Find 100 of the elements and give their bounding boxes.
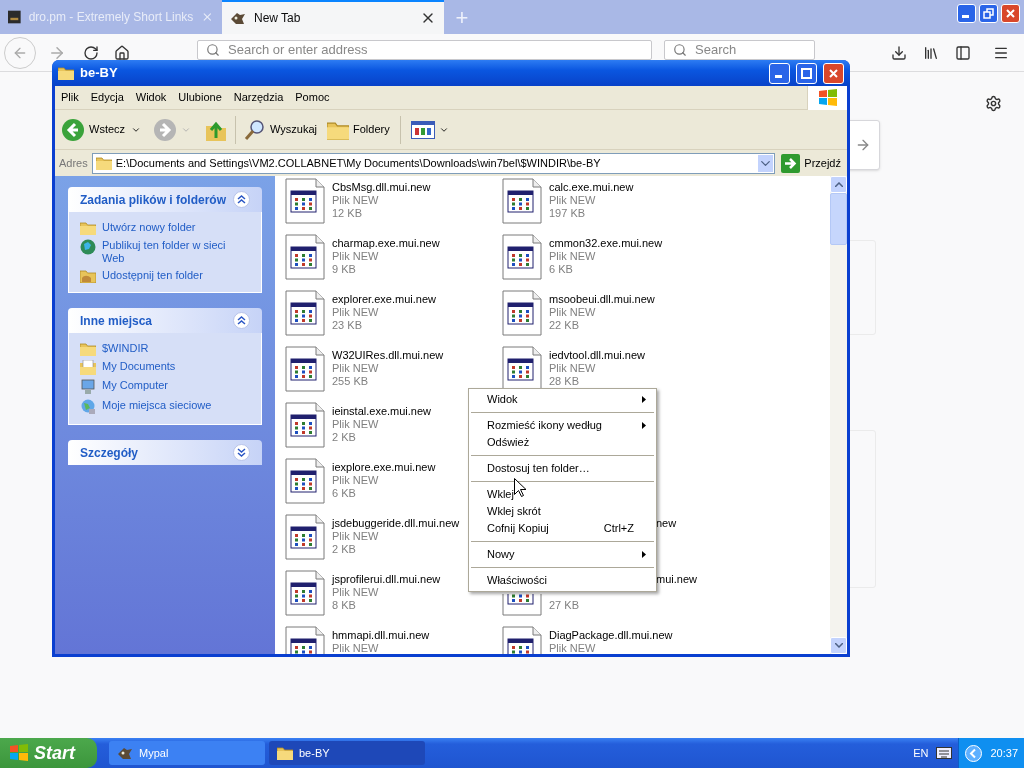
task-link[interactable]: Udostępnij ten folder <box>102 269 203 282</box>
fox-logo-icon <box>230 11 246 25</box>
file-size: 197 KB <box>549 207 587 220</box>
task-link[interactable]: Moje miejsca sieciowe <box>102 399 212 412</box>
library-icon[interactable] <box>923 44 939 61</box>
shared-folder-icon <box>80 269 96 283</box>
settings-icon[interactable] <box>985 95 1002 112</box>
collapse-icon[interactable] <box>233 191 250 208</box>
download-icon[interactable] <box>891 44 907 61</box>
file-name[interactable]: mui.new <box>656 573 697 586</box>
menu-item[interactable]: Pomoc <box>289 89 336 106</box>
file-type: Plik NEW <box>549 250 597 263</box>
menu-item[interactable]: Edycja <box>84 89 130 106</box>
file-type: Plik NEW <box>332 418 380 431</box>
menu-item[interactable]: Nowy <box>471 546 654 563</box>
reload-icon[interactable] <box>83 44 99 61</box>
language-indicator[interactable]: EN <box>913 744 929 762</box>
file-type: Plik NEW <box>332 194 380 207</box>
task-link[interactable]: My Documents <box>102 360 176 373</box>
search-placeholder: Search <box>695 41 737 60</box>
close-button[interactable] <box>1001 4 1020 23</box>
file-name[interactable]: iexplore.exe.mui.new <box>332 461 436 474</box>
file-name[interactable]: calc.exe.mui.new <box>549 181 634 194</box>
restore-button[interactable] <box>979 4 998 23</box>
file-type: Plik NEW <box>549 194 597 207</box>
menu-item[interactable]: Widok <box>129 89 173 106</box>
file-name[interactable]: msoobeui.dll.mui.new <box>549 293 655 306</box>
tab-title: dro.pm - Extremely Short Links <box>28 9 194 26</box>
close-button[interactable] <box>823 62 844 84</box>
search-button[interactable]: Wyszukaj <box>244 118 318 141</box>
file-type: Plik NEW <box>549 306 597 319</box>
menu-item[interactable]: Wklej <box>471 486 654 503</box>
file-size: 8 KB <box>332 599 357 612</box>
scrollbar[interactable] <box>830 176 847 654</box>
file-name[interactable]: jsprofilerui.dll.mui.new <box>332 573 441 586</box>
back-button[interactable]: Wstecz <box>61 117 128 142</box>
network-globe-icon <box>80 399 96 415</box>
minimize-button[interactable] <box>769 62 790 84</box>
menu-item[interactable]: Dostosuj ten folder… <box>471 460 654 477</box>
views-icon[interactable] <box>410 120 435 139</box>
computer-icon <box>80 379 96 395</box>
menu-item[interactable]: Widok <box>471 391 654 408</box>
panel-header[interactable]: Zadania plików i folderów <box>68 187 262 212</box>
folder-icon <box>277 746 293 760</box>
file-name[interactable]: iedvtool.dll.mui.new <box>549 349 645 362</box>
keyboard-icon[interactable] <box>936 747 953 759</box>
show-hidden-icon[interactable] <box>965 744 983 762</box>
file-name[interactable]: new <box>656 517 677 530</box>
panel-header[interactable]: Szczegóły <box>68 440 262 465</box>
taskbar-button[interactable]: Mypal <box>109 741 265 765</box>
task-link[interactable]: $WINDIR <box>102 342 149 355</box>
cursor-icon <box>514 478 526 497</box>
address-field[interactable]: Search or enter address <box>197 40 652 60</box>
menu-item[interactable]: Właściwości <box>471 572 654 589</box>
scroll-up-button[interactable] <box>830 176 847 193</box>
menu-item[interactable]: Narzędzia <box>227 89 290 106</box>
go-button[interactable]: Przejdź <box>779 153 843 173</box>
file-name[interactable]: hmmapi.dll.mui.new <box>332 629 430 642</box>
file-size: 2 KB <box>332 543 357 556</box>
address-label: Adres <box>59 155 88 171</box>
scroll-down-button[interactable] <box>830 637 847 654</box>
path-field[interactable]: E:\Documents and Settings\VM2.COLLABNET\My Documents\Downloads\win7bel\$WINDIR\be-BY <box>91 152 776 174</box>
menu-item[interactable]: Rozmieść ikony według <box>471 417 654 434</box>
file-name[interactable]: W32UIRes.dll.mui.new <box>332 349 444 362</box>
minimize-button[interactable] <box>957 4 976 23</box>
browser-tab[interactable]: New Tab <box>222 0 444 34</box>
dropdown-icon[interactable] <box>758 154 774 172</box>
file-size: 2 KB <box>332 431 357 444</box>
menu-item[interactable]: Odśwież <box>471 434 654 451</box>
panel-header[interactable]: Inne miejsca <box>68 308 262 333</box>
file-size: 6 KB <box>549 263 574 276</box>
file-type: Plik NEW <box>332 586 380 599</box>
file-name[interactable]: ieinstal.exe.mui.new <box>332 405 432 418</box>
search-icon <box>673 43 687 57</box>
maximize-icon <box>801 67 812 79</box>
task-link[interactable]: Utwórz nowy folder <box>102 221 196 234</box>
folder-icon <box>58 66 74 80</box>
home-icon[interactable] <box>114 44 130 61</box>
menu-item[interactable]: Cofnij Kopiuj Ctrl+Z <box>471 520 654 537</box>
file-name[interactable]: jsdebuggeride.dll.mui.new <box>332 517 460 530</box>
maximize-button[interactable] <box>796 62 817 84</box>
menu-item[interactable]: Wklej skrót <box>471 503 654 520</box>
task-link[interactable]: Publikuj ten folder w sieci Web <box>102 239 250 265</box>
collapse-icon[interactable] <box>233 312 250 329</box>
menu-item[interactable]: Ulubione <box>172 89 228 106</box>
file-name[interactable]: cmmon32.exe.mui.new <box>549 237 663 250</box>
menu-item[interactable]: Plik <box>55 89 85 106</box>
scroll-thumb[interactable] <box>830 193 847 245</box>
file-name[interactable]: DiagPackage.dll.mui.new <box>549 629 673 642</box>
taskbar-button[interactable]: be-BY <box>269 741 425 765</box>
sidebar-icon[interactable] <box>955 44 971 61</box>
file-name[interactable]: CbsMsg.dll.mui.new <box>332 181 431 194</box>
windows-logo-icon <box>817 87 838 108</box>
expand-icon[interactable] <box>233 444 250 461</box>
file-icon <box>502 290 542 336</box>
file-name[interactable]: explorer.exe.mui.new <box>332 293 436 306</box>
search-field[interactable]: Search <box>664 40 815 60</box>
task-link[interactable]: My Computer <box>102 379 169 392</box>
file-name[interactable]: charmap.exe.mui.new <box>332 237 440 250</box>
folders-button[interactable]: Foldery <box>327 119 390 140</box>
